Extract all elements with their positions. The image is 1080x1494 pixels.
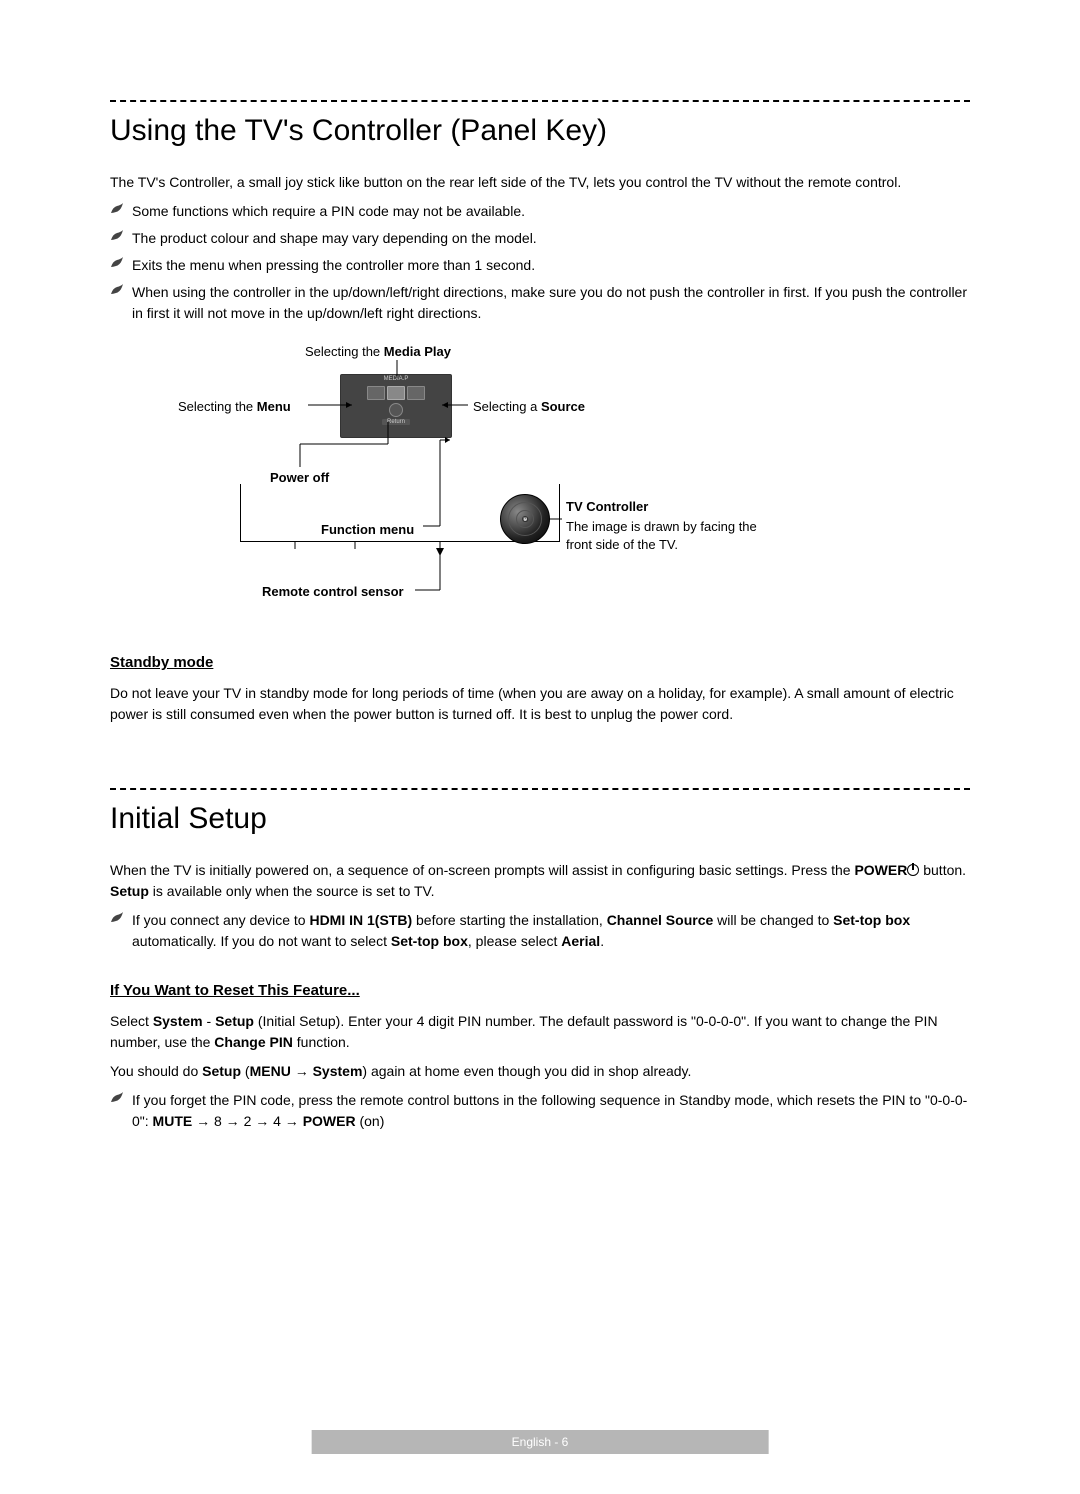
divider	[110, 100, 970, 102]
power-icon: ⏻	[522, 516, 528, 522]
reset-p2: You should do Setup (MENU → System) agai…	[110, 1061, 970, 1082]
note-item: If you connect any device to HDMI IN 1(S…	[110, 910, 970, 952]
joystick-icon: ⏻	[500, 494, 550, 544]
page-footer: English - 6	[312, 1430, 769, 1454]
note-text: Some functions which require a PIN code …	[132, 203, 525, 219]
reset-note-list: If you forget the PIN code, press the re…	[110, 1090, 970, 1132]
note-text: When using the controller in the up/down…	[132, 284, 967, 321]
section-title-setup: Initial Setup	[110, 802, 970, 836]
intro-text: The TV's Controller, a small joy stick l…	[110, 172, 970, 193]
note-item: If you forget the PIN code, press the re…	[110, 1090, 970, 1132]
note-icon	[110, 230, 124, 242]
notes-list: Some functions which require a PIN code …	[110, 201, 970, 324]
reset-heading: If You Want to Reset This Feature...	[110, 982, 970, 999]
note-icon	[110, 912, 124, 924]
note-item: Exits the menu when pressing the control…	[110, 255, 970, 276]
note-icon	[110, 1092, 124, 1104]
power-icon	[907, 864, 919, 876]
section-title-controller: Using the TV's Controller (Panel Key)	[110, 114, 970, 148]
setup-note-list: If you connect any device to HDMI IN 1(S…	[110, 910, 970, 952]
divider	[110, 788, 970, 790]
note-text: Exits the menu when pressing the control…	[132, 257, 535, 273]
setup-intro: When the TV is initially powered on, a s…	[110, 860, 970, 902]
note-text: The product colour and shape may vary de…	[132, 230, 537, 246]
controller-diagram: Selecting the Media Play Selecting the M…	[110, 344, 970, 624]
note-item: Some functions which require a PIN code …	[110, 201, 970, 222]
note-item: The product colour and shape may vary de…	[110, 228, 970, 249]
note-icon	[110, 203, 124, 215]
label-tv-controller-desc: The image is drawn by facing the front s…	[566, 518, 766, 554]
note-icon	[110, 257, 124, 269]
standby-heading: Standby mode	[110, 654, 970, 671]
standby-text: Do not leave your TV in standby mode for…	[110, 683, 970, 725]
note-text: If you connect any device to	[132, 912, 309, 928]
reset-p1: Select System - Setup (Initial Setup). E…	[110, 1011, 970, 1053]
note-item: When using the controller in the up/down…	[110, 282, 970, 324]
note-icon	[110, 284, 124, 296]
